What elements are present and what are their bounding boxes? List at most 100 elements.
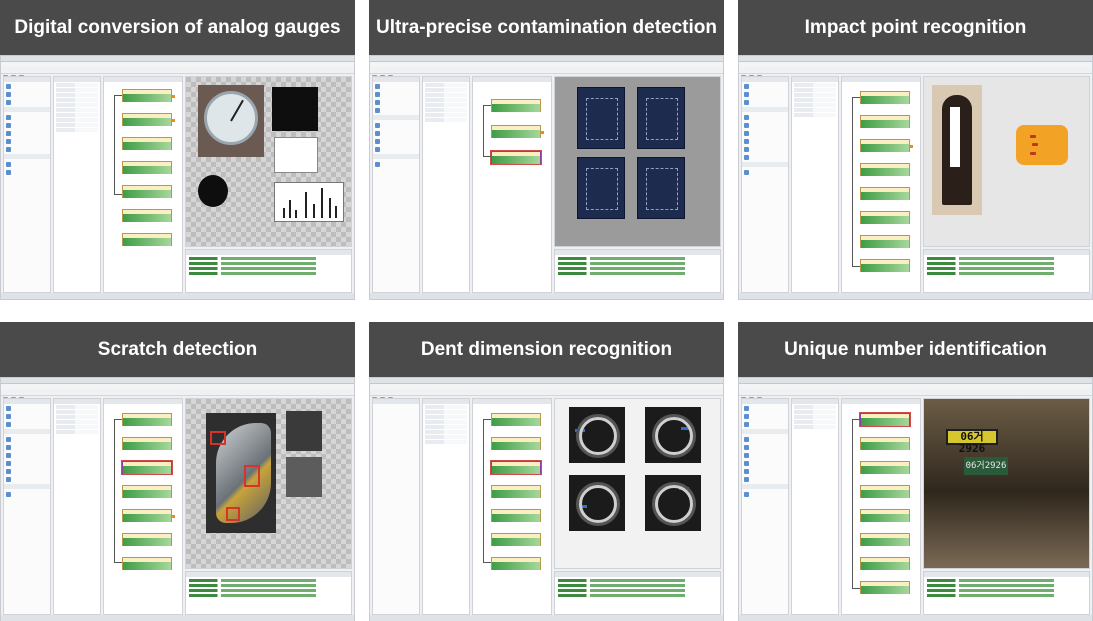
toolbox-item[interactable] — [373, 82, 419, 90]
flow-node[interactable] — [491, 125, 544, 138]
flow-node-selected[interactable] — [491, 461, 541, 474]
image-viewer[interactable] — [185, 398, 352, 569]
property-row[interactable] — [425, 88, 467, 92]
property-row[interactable] — [794, 98, 836, 102]
property-row[interactable] — [56, 415, 98, 419]
toolbox-item[interactable] — [742, 145, 788, 153]
flow-node[interactable] — [860, 115, 910, 128]
flow-node[interactable] — [860, 187, 910, 200]
toolbox-item[interactable] — [4, 420, 50, 428]
toolbox-item[interactable] — [4, 451, 50, 459]
toolbox-item[interactable] — [4, 435, 50, 443]
toolbox-item[interactable] — [742, 435, 788, 443]
toolbox-item[interactable] — [4, 121, 50, 129]
toolbox-item[interactable] — [373, 444, 419, 452]
toolbox-item[interactable] — [4, 412, 50, 420]
flow-node[interactable] — [122, 437, 172, 450]
property-row[interactable] — [56, 405, 98, 409]
toolbox-item[interactable] — [4, 168, 50, 176]
flow-node[interactable] — [491, 533, 541, 546]
toolbox-item[interactable] — [742, 129, 788, 137]
property-row[interactable] — [425, 410, 467, 414]
toolbox-item[interactable] — [4, 137, 50, 145]
toolbox-item[interactable] — [373, 90, 419, 98]
toolbox-item[interactable] — [742, 153, 788, 161]
toolbox-item[interactable] — [373, 412, 419, 420]
property-row[interactable] — [425, 430, 467, 434]
flow-node[interactable] — [491, 509, 541, 522]
toolbox-item[interactable] — [373, 121, 419, 129]
toolbox-item[interactable] — [373, 137, 419, 145]
flow-node[interactable] — [860, 259, 910, 272]
property-row[interactable] — [425, 415, 467, 419]
property-row[interactable] — [56, 128, 98, 132]
flow-node[interactable] — [491, 557, 541, 570]
property-row[interactable] — [794, 415, 836, 419]
toolbox-item[interactable] — [742, 82, 788, 90]
toolbox-item[interactable] — [4, 467, 50, 475]
property-row[interactable] — [425, 93, 467, 97]
image-viewer[interactable] — [554, 76, 721, 247]
toolbox-item[interactable] — [4, 443, 50, 451]
toolbox-item[interactable] — [4, 82, 50, 90]
node-port[interactable] — [172, 95, 175, 98]
property-row[interactable] — [425, 108, 467, 112]
flow-node[interactable] — [122, 137, 172, 150]
property-row[interactable] — [425, 420, 467, 424]
toolbox-item[interactable] — [373, 98, 419, 106]
property-row[interactable] — [425, 440, 467, 444]
property-row[interactable] — [56, 103, 98, 107]
toolbox-item[interactable] — [742, 451, 788, 459]
toolbox-item[interactable] — [373, 428, 419, 436]
toolbox-item[interactable] — [4, 160, 50, 168]
toolbox-item[interactable] — [373, 420, 419, 428]
toolbox-item[interactable] — [742, 113, 788, 121]
flow-node[interactable] — [860, 461, 910, 474]
flow-node-selected[interactable] — [491, 151, 541, 164]
property-row[interactable] — [425, 425, 467, 429]
flow-node[interactable] — [122, 509, 175, 522]
flow-node[interactable] — [491, 99, 541, 112]
flow-node[interactable] — [122, 185, 172, 198]
toolbox-item[interactable] — [4, 90, 50, 98]
property-row[interactable] — [56, 410, 98, 414]
node-port[interactable] — [172, 515, 175, 518]
flow-node[interactable] — [860, 139, 913, 152]
flow-node[interactable] — [491, 413, 541, 426]
toolbox-item[interactable] — [373, 460, 419, 468]
property-row[interactable] — [425, 113, 467, 117]
image-viewer[interactable] — [185, 76, 352, 247]
flow-node[interactable] — [860, 91, 910, 104]
toolbox-item[interactable] — [373, 404, 419, 412]
flow-node[interactable] — [122, 557, 172, 570]
property-row[interactable] — [794, 425, 836, 429]
toolbox-item[interactable] — [4, 404, 50, 412]
property-row[interactable] — [56, 93, 98, 97]
image-viewer[interactable]: 06거2926 06거2926 — [923, 398, 1090, 569]
flow-node[interactable] — [860, 581, 910, 594]
toolbox-item[interactable] — [4, 490, 50, 498]
flow-node[interactable] — [122, 89, 175, 102]
node-port[interactable] — [910, 145, 913, 148]
flow-node[interactable] — [122, 233, 172, 246]
property-row[interactable] — [794, 103, 836, 107]
toolbox-item[interactable] — [742, 98, 788, 106]
property-row[interactable] — [56, 108, 98, 112]
property-row[interactable] — [794, 405, 836, 409]
toolbox-item[interactable] — [4, 475, 50, 483]
property-row[interactable] — [56, 113, 98, 117]
property-row[interactable] — [56, 123, 98, 127]
toolbox-item[interactable] — [742, 420, 788, 428]
toolbox-item[interactable] — [742, 459, 788, 467]
image-viewer[interactable] — [923, 76, 1090, 247]
toolbox-item[interactable] — [742, 137, 788, 145]
toolbox-item[interactable] — [4, 98, 50, 106]
toolbox-item[interactable] — [742, 121, 788, 129]
property-row[interactable] — [56, 425, 98, 429]
flow-node[interactable] — [491, 437, 541, 450]
property-row[interactable] — [794, 113, 836, 117]
toolbox-item[interactable] — [742, 168, 788, 176]
flow-node[interactable] — [491, 485, 541, 498]
flow-node[interactable] — [860, 557, 910, 570]
property-row[interactable] — [794, 108, 836, 112]
